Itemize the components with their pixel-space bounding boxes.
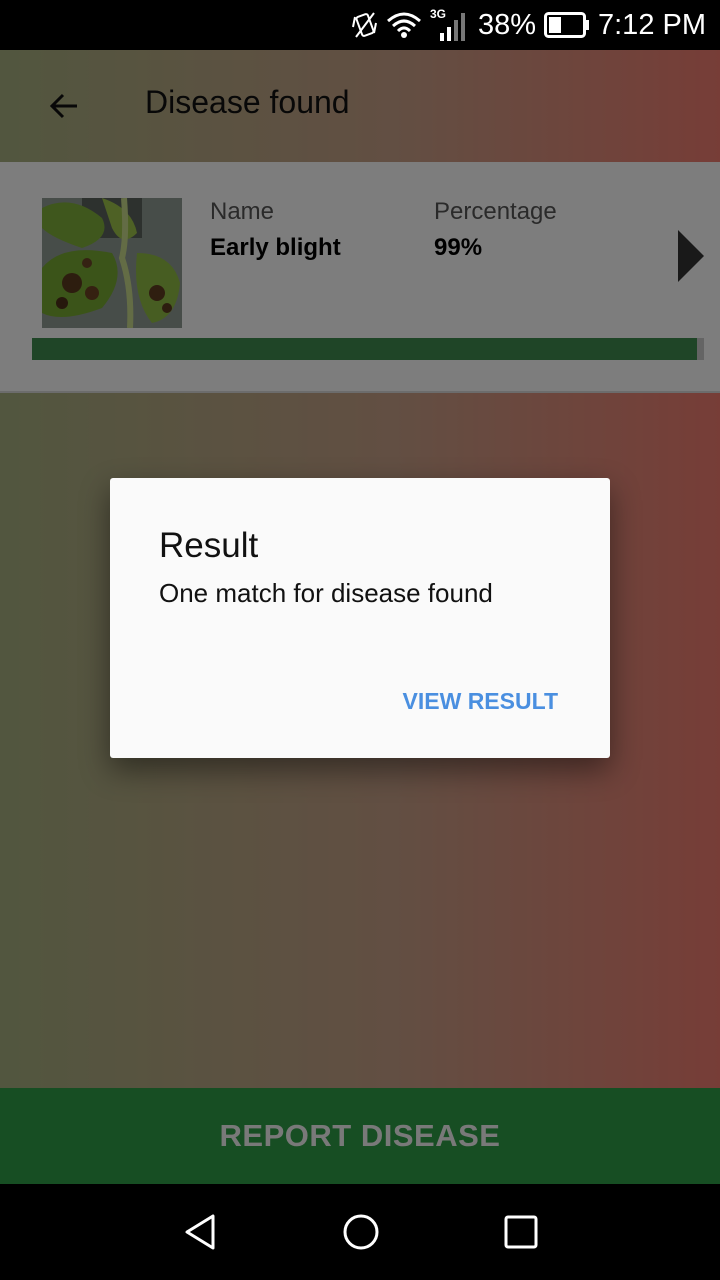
status-bar: 3G 38% 7:12 PM bbox=[0, 0, 720, 50]
nav-back-button[interactable] bbox=[176, 1208, 224, 1256]
wifi-icon bbox=[386, 11, 422, 39]
view-result-button[interactable]: VIEW RESULT bbox=[403, 688, 558, 715]
cellular-signal-icon: 3G bbox=[430, 5, 470, 45]
home-circle-icon bbox=[343, 1214, 379, 1250]
battery-percentage: 38% bbox=[477, 8, 536, 41]
status-time: 7:12 PM bbox=[598, 8, 706, 41]
dialog-title: Result bbox=[159, 526, 259, 565]
battery-icon bbox=[544, 12, 590, 38]
result-dialog: Result One match for disease found VIEW … bbox=[110, 478, 610, 758]
dialog-message: One match for disease found bbox=[159, 578, 493, 608]
navigation-bar bbox=[0, 1184, 720, 1280]
back-triangle-icon bbox=[185, 1214, 215, 1250]
vibrate-icon bbox=[351, 11, 378, 39]
nav-recents-button[interactable] bbox=[497, 1208, 545, 1256]
recents-square-icon bbox=[504, 1215, 538, 1249]
status-icons: 3G 38% 7:12 PM bbox=[351, 0, 706, 50]
nav-home-button[interactable] bbox=[337, 1208, 385, 1256]
